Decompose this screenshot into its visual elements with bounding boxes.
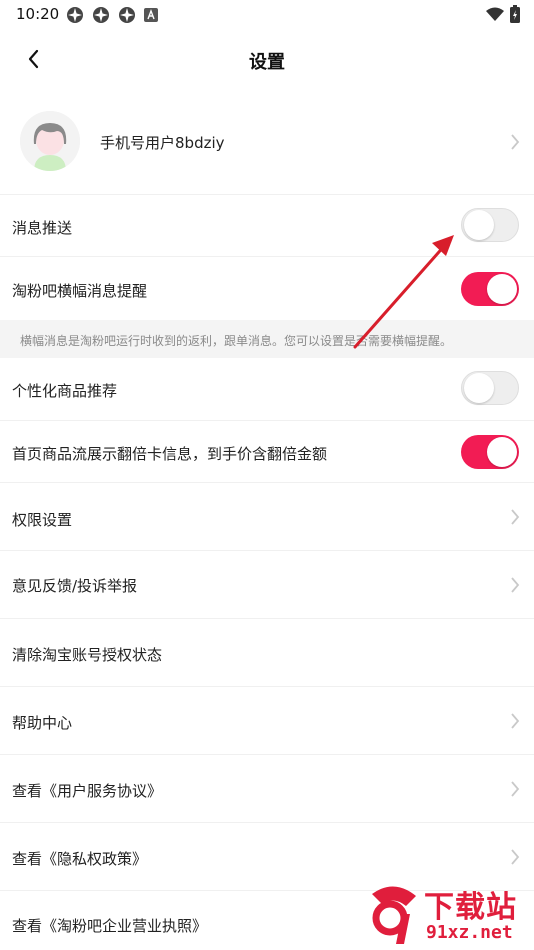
profile-name: 手机号用户8bdziy [100, 134, 225, 152]
wifi-icon [486, 7, 504, 21]
a-icon [144, 8, 158, 22]
banner-note: 横幅消息是淘粉吧运行时收到的返利，跟单消息。您可以设置是否需要横幅提醒。 [0, 320, 534, 358]
personalized-recommendation-row[interactable]: 个性化商品推荐 [0, 358, 534, 420]
row-label: 查看《淘粉吧企业营业执照》 [12, 917, 208, 935]
system-icons [486, 5, 520, 23]
note-text: 横幅消息是淘粉吧运行时收到的返利，跟单消息。您可以设置是否需要横幅提醒。 [20, 334, 453, 348]
watermark-text-bottom: 91xz.net [426, 922, 513, 943]
app-notification-icon [119, 7, 135, 23]
header: 设置 [0, 36, 534, 84]
banner-reminder-toggle[interactable] [461, 272, 519, 306]
toggle-knob [487, 274, 517, 304]
row-label: 权限设置 [12, 511, 73, 529]
status-bar: 10:20 [0, 0, 534, 30]
push-notification-toggle[interactable] [461, 208, 519, 242]
personalized-recommendation-toggle[interactable] [461, 371, 519, 405]
toggle-knob [487, 437, 517, 467]
permission-settings-row[interactable]: 权限设置 [0, 482, 534, 550]
chevron-right-icon [511, 849, 520, 865]
push-notification-row[interactable]: 消息推送 [0, 194, 534, 256]
feedback-row[interactable]: 意见反馈/投诉举报 [0, 550, 534, 618]
avatar [20, 111, 80, 171]
row-label: 清除淘宝账号授权状态 [12, 646, 163, 664]
user-agreement-row[interactable]: 查看《用户服务协议》 [0, 754, 534, 822]
clear-authorization-row[interactable]: 清除淘宝账号授权状态 [0, 618, 534, 686]
watermark-emblem [372, 886, 416, 944]
row-label: 意见反馈/投诉举报 [12, 577, 138, 595]
double-card-toggle[interactable] [461, 435, 519, 469]
toggle-knob [464, 373, 494, 403]
chevron-right-icon [511, 781, 520, 797]
banner-reminder-row[interactable]: 淘粉吧横幅消息提醒 [0, 256, 534, 320]
app-notification-icon [67, 7, 83, 23]
help-center-row[interactable]: 帮助中心 [0, 686, 534, 754]
double-card-row[interactable]: 首页商品流展示翻倍卡信息，到手价含翻倍金额 [0, 420, 534, 482]
row-label: 查看《隐私权政策》 [12, 850, 148, 868]
row-label: 个性化商品推荐 [12, 382, 118, 400]
chevron-right-icon [511, 509, 520, 525]
app-notification-icon [93, 7, 109, 23]
row-label: 查看《用户服务协议》 [12, 782, 163, 800]
toggle-knob [464, 210, 494, 240]
watermark-text-top: 下载站 [424, 890, 517, 925]
chevron-right-icon [511, 713, 520, 729]
profile-row[interactable]: 手机号用户8bdziy [0, 108, 534, 192]
chevron-right-icon [511, 134, 520, 150]
watermark-logo: 下载站 91xz.net [362, 880, 534, 950]
battery-charging-icon [510, 5, 520, 23]
row-label: 帮助中心 [12, 714, 73, 732]
row-label: 消息推送 [12, 219, 73, 237]
row-label: 淘粉吧横幅消息提醒 [12, 282, 148, 300]
row-label: 首页商品流展示翻倍卡信息，到手价含翻倍金额 [12, 445, 328, 463]
chevron-right-icon [511, 577, 520, 593]
page-title: 设置 [249, 52, 285, 73]
notification-icons [66, 6, 158, 24]
status-time: 10:20 [16, 5, 60, 23]
